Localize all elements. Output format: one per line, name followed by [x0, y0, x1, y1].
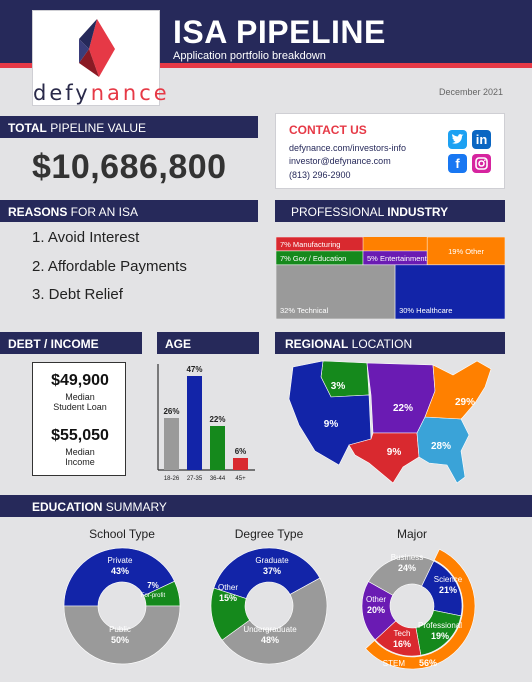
- page-title: ISA PIPELINE: [173, 14, 386, 50]
- debt-income-header: DEBT / INCOME: [0, 332, 142, 354]
- reason-item-3: 3. Debt Relief: [32, 286, 123, 303]
- donut-category-label: Other: [218, 583, 238, 592]
- donut-value-label: 48%: [261, 635, 279, 645]
- median-loan-label-1: Median: [65, 392, 95, 402]
- company-logo: defynance: [32, 10, 170, 106]
- age-tick-label: 45+: [235, 476, 246, 482]
- industry-other-band: [363, 237, 428, 251]
- industry-cell-label: 5% Entertainment: [367, 254, 428, 263]
- total-pipeline-value: $10,686,800: [32, 148, 227, 186]
- donut-category-label: Undergraduate: [243, 625, 297, 634]
- industry-cell-label: 32% Technical: [280, 306, 329, 315]
- education-donut-charts: School TypePrivate43%For-profit7%Public5…: [63, 527, 476, 670]
- total-pipeline-header: TOTAL PIPELINE VALUE: [0, 116, 258, 138]
- industry-treemap: 7% Manufacturing 7% Gov / Education 5% Ent…: [276, 237, 505, 319]
- contact-website-link[interactable]: defynance.com/investors-info: [289, 143, 406, 153]
- donut-value-label: 20%: [367, 605, 385, 615]
- contact-card: CONTACT US defynance.com/investors-info …: [275, 113, 505, 189]
- facebook-icon[interactable]: f: [448, 154, 467, 173]
- region-value-label: 22%: [393, 403, 413, 414]
- us-region-map: 3% 9% 22% 9% 28% 29%: [288, 360, 492, 484]
- region-value-label: 9%: [387, 447, 402, 458]
- donut-value-label: 50%: [111, 635, 129, 645]
- donut-category-label: Professional: [418, 621, 462, 630]
- instagram-icon[interactable]: [472, 154, 491, 173]
- industry-cell-label: 30% Healthcare: [399, 306, 452, 315]
- age-tick-label: 36-44: [210, 476, 226, 482]
- age-bar: [164, 418, 179, 470]
- debt-income-card: $49,900 Median Student Loan $55,050 Medi…: [32, 362, 126, 476]
- reason-item-1: 1. Avoid Interest: [32, 229, 140, 246]
- donut-category-label: Other: [366, 595, 386, 604]
- region-value-label: 28%: [431, 441, 451, 452]
- median-income-label-2: Income: [65, 457, 95, 467]
- region-northeast: [424, 360, 492, 420]
- age-bar: [210, 426, 225, 470]
- median-loan-label-2: Student Loan: [53, 402, 107, 412]
- donut-category-label: For-profit: [141, 593, 166, 599]
- age-bar-label: 47%: [186, 365, 202, 374]
- education-header: EDUCATION SUMMARY: [0, 495, 532, 517]
- median-income-value: $55,050: [51, 427, 109, 444]
- donut-value-label: 24%: [398, 563, 416, 573]
- contact-phone: (813) 296-2900: [289, 170, 351, 180]
- donut-category-label: Graduate: [255, 556, 289, 565]
- donut-title: Major: [397, 527, 427, 541]
- stem-ring-value: 56%: [419, 658, 437, 668]
- age-bar-label: 26%: [163, 407, 179, 416]
- reason-item-2: 2. Affordable Payments: [32, 258, 187, 275]
- donut-value-label: 16%: [393, 639, 411, 649]
- age-header: AGE: [157, 332, 259, 354]
- age-tick-label: 27-35: [187, 476, 203, 482]
- reasons-header: REASONS FOR AN ISA: [0, 200, 258, 222]
- donut-category-label: Public: [109, 625, 131, 634]
- logo-wordmark: defynance: [33, 81, 170, 105]
- age-tick-label: 18-26: [164, 476, 180, 482]
- age-bar-chart: 26% 18-26 47% 27-35 22% 36-44 6% 45+: [157, 364, 255, 482]
- industry-cell-label: 19% Other: [448, 247, 484, 256]
- donut-category-label: Science: [434, 575, 463, 584]
- contact-email-link[interactable]: investor@defynance.com: [289, 156, 391, 166]
- donut-category-label: Private: [108, 556, 133, 565]
- donut-category-label: Business: [391, 553, 423, 562]
- twitter-icon[interactable]: [448, 130, 467, 149]
- donut-value-label: 37%: [263, 566, 281, 576]
- linkedin-icon[interactable]: in: [472, 130, 491, 149]
- age-bar-label: 22%: [209, 415, 225, 424]
- donut-value-label: 21%: [439, 585, 457, 595]
- industry-cell-label: 7% Manufacturing: [280, 240, 340, 249]
- age-bar: [187, 376, 202, 470]
- median-income-label-1: Median: [65, 447, 95, 457]
- report-date: December 2021: [438, 87, 503, 97]
- stem-ring-label: STEM: [383, 659, 406, 668]
- donut-value-label: 7%: [147, 581, 159, 590]
- donut-title: School Type: [89, 527, 155, 541]
- regional-header: REGIONAL LOCATION: [275, 332, 505, 354]
- page-subtitle: Application portfolio breakdown: [173, 50, 326, 62]
- donut-value-label: 15%: [219, 593, 237, 603]
- industry-cell-label: 7% Gov / Education: [280, 254, 346, 263]
- region-value-label: 3%: [331, 381, 346, 392]
- region-value-label: 29%: [455, 397, 475, 408]
- region-value-label: 9%: [324, 419, 339, 430]
- median-loan-value: $49,900: [51, 372, 109, 389]
- donut-category-label: Tech: [394, 629, 411, 638]
- donut-value-label: 19%: [431, 631, 449, 641]
- age-bar-label: 6%: [235, 447, 247, 456]
- donut-value-label: 43%: [111, 566, 129, 576]
- contact-title: CONTACT US: [289, 123, 367, 137]
- logo-mark-icon: [79, 19, 115, 77]
- donut-title: Degree Type: [235, 527, 304, 541]
- industry-header: PROFESSIONAL INDUSTRY: [275, 200, 505, 222]
- age-bar: [233, 458, 248, 470]
